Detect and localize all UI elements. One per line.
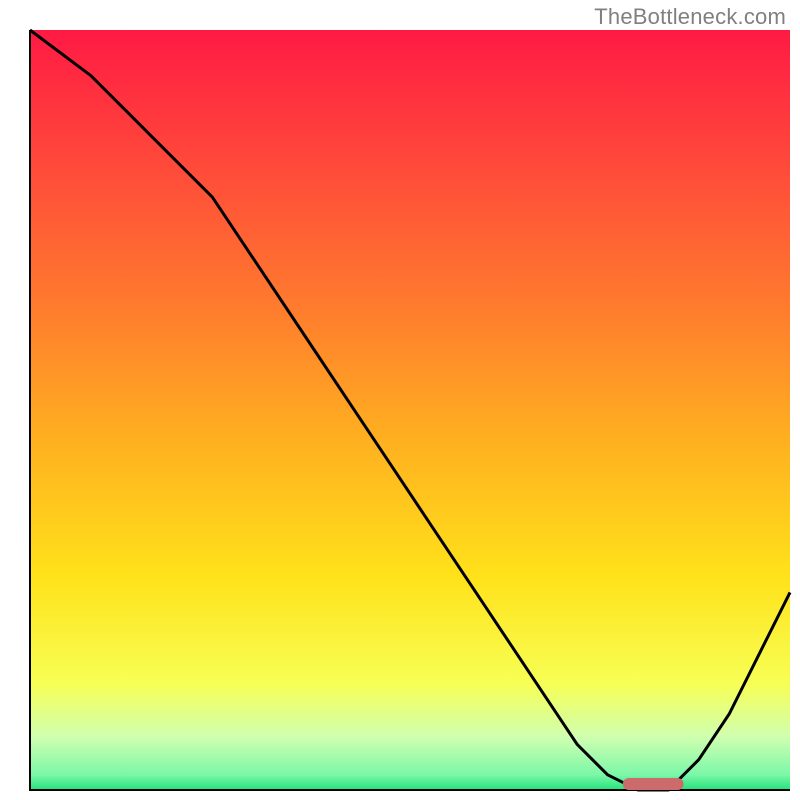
- watermark-text: TheBottleneck.com: [594, 4, 786, 30]
- bottleneck-chart: TheBottleneck.com: [0, 0, 800, 800]
- plot-background: [30, 30, 790, 790]
- target-marker: [623, 778, 684, 790]
- chart-svg: [0, 0, 800, 800]
